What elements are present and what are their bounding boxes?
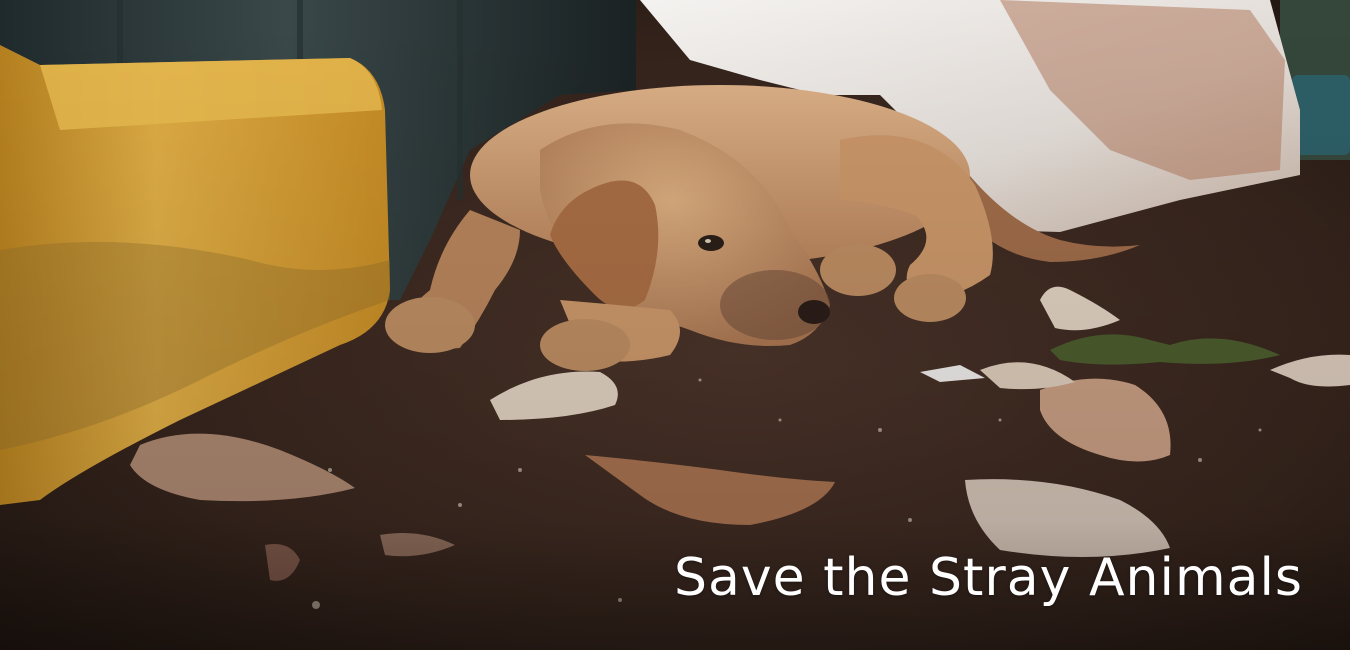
banner: Save the Stray Animals — [0, 0, 1350, 650]
banner-caption: Save the Stray Animals — [673, 548, 1303, 608]
